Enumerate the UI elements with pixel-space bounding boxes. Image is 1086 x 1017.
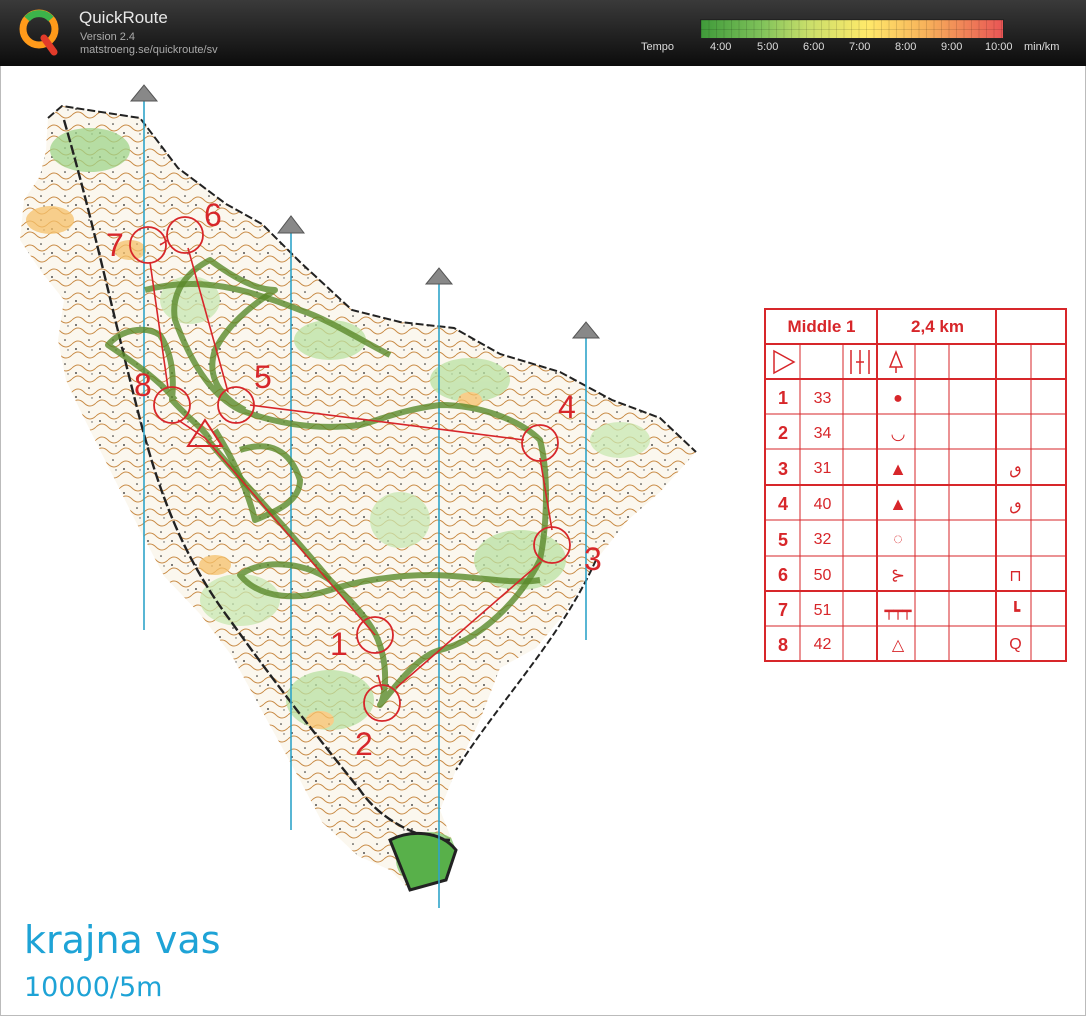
map-name: krajna vas <box>24 918 221 962</box>
control-seq: 6 <box>777 565 788 585</box>
control-number: 3 <box>584 541 602 577</box>
tempo-tick: 8:00 <box>895 41 917 53</box>
tempo-color-bar <box>700 19 1004 39</box>
control-number: 8 <box>134 367 152 403</box>
tempo-unit: min/km <box>1024 41 1060 53</box>
control-code: 33 <box>813 389 832 407</box>
course-length: 2,4 km <box>911 317 964 336</box>
control-seq: 4 <box>777 494 788 514</box>
app-url[interactable]: matstroeng.se/quickroute/sv <box>80 44 218 56</box>
dotted-circle-icon: ◌ <box>893 531 903 548</box>
tempo-tick: 9:00 <box>941 41 963 53</box>
top-icon: ٯ <box>1009 496 1022 514</box>
control-seq: 7 <box>777 600 788 620</box>
control-number: 2 <box>355 726 373 762</box>
control-number: 1 <box>330 626 348 662</box>
terrain-area <box>20 104 697 892</box>
tempo-tick: 6:00 <box>803 41 825 53</box>
tree-icon: △ <box>891 637 905 654</box>
path-junction-icon: ⊱ <box>890 565 906 585</box>
control-number: 5 <box>254 359 272 395</box>
app-version: Version 2.4 <box>80 31 136 43</box>
triangle-icon: ▲ <box>889 458 907 479</box>
control-code: 42 <box>813 636 832 653</box>
quickroute-logo-icon <box>19 9 59 56</box>
ruined-wall-icon: ┯┯┯ <box>884 602 912 620</box>
control-seq: 8 <box>777 634 788 655</box>
corner-icon: ┗ <box>1010 602 1021 620</box>
top-icon: ٯ <box>1009 461 1022 478</box>
top-bar: QuickRoute Version 2.4 matstroeng.se/qui… <box>0 0 1086 66</box>
control-seq: 5 <box>777 529 788 550</box>
control-code: 51 <box>813 601 832 619</box>
foot-icon: ⊓ <box>1009 567 1022 585</box>
control-seq: 1 <box>777 388 788 408</box>
control-description-sheet: Middle 1 2,4 km 1 33 ● 2 34 ◡ 3 31 ▲ ٯ 4… <box>764 308 1067 662</box>
control-seq: 3 <box>777 458 788 479</box>
control-code: 32 <box>813 531 832 548</box>
climb-symbol-icon <box>850 350 870 374</box>
control-number: 4 <box>558 389 576 425</box>
depression-icon: ◡ <box>890 423 906 443</box>
control-number: 6 <box>204 197 222 233</box>
tempo-tick: 10:00 <box>985 41 1013 53</box>
control-code: 50 <box>813 566 832 584</box>
tempo-tick: 5:00 <box>757 41 779 53</box>
side-icon: Q <box>1009 636 1022 653</box>
control-code: 40 <box>813 495 832 513</box>
app-title: QuickRoute <box>79 8 168 27</box>
tempo-tick: 4:00 <box>710 41 732 53</box>
triangle-icon: ▲ <box>889 494 907 514</box>
control-seq: 2 <box>777 423 788 443</box>
control-number: 7 <box>106 227 124 263</box>
dot-icon: ● <box>893 389 903 407</box>
start-triangle-icon <box>773 349 796 375</box>
control-code: 34 <box>813 424 832 442</box>
tempo-label: Tempo <box>641 41 675 53</box>
tempo-tick: 7:00 <box>849 41 871 53</box>
tree-icon <box>888 349 904 373</box>
event-name: Middle 1 <box>787 317 856 336</box>
map-scale: 10000/5m <box>24 972 163 1003</box>
control-code: 31 <box>813 460 832 477</box>
